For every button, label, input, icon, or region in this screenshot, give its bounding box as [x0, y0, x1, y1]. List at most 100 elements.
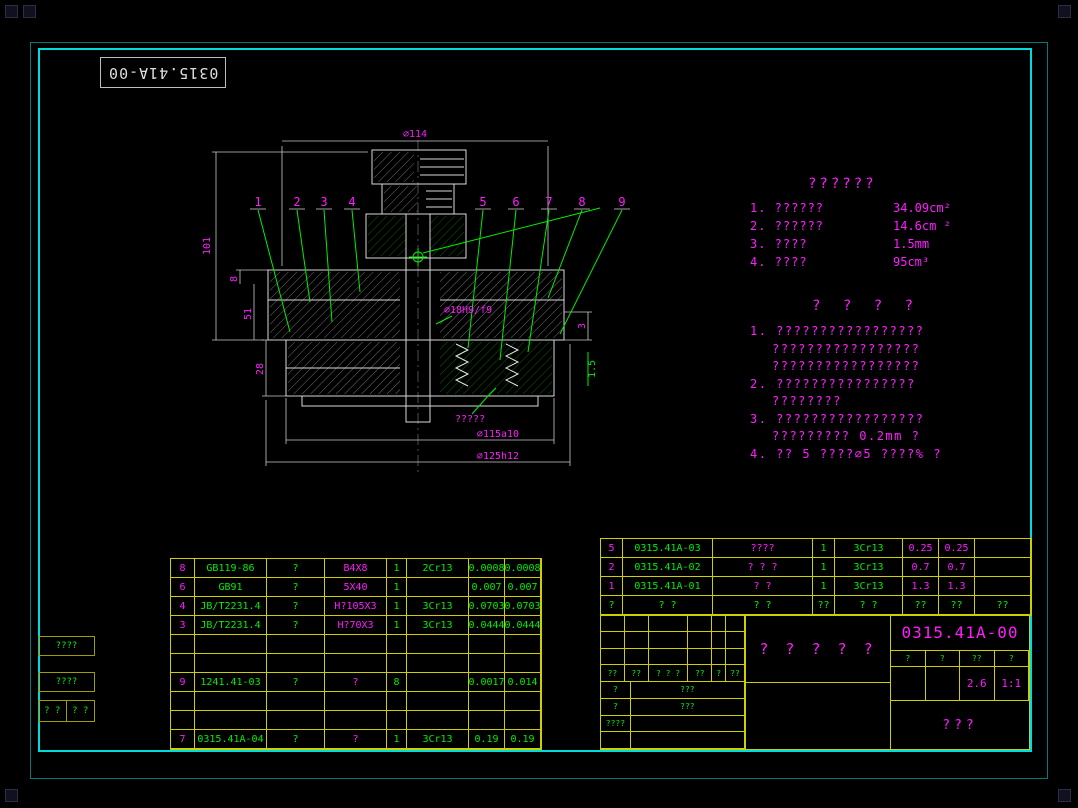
signature-grid: ?? ?? ? ? ? ?? ? ?? ? ??? ? ??? ???? [601, 615, 746, 749]
bom-cell: ? [267, 730, 325, 749]
bom-cell: 0.014 [505, 673, 541, 692]
mini-header-row: ? ? ?? ? [891, 651, 1029, 667]
bom-cell: 0.7 [903, 558, 939, 577]
performance-title: ?????? [808, 176, 877, 192]
bom-cell: 8 [387, 673, 407, 692]
bom-cell: ???? [713, 539, 813, 558]
bom-cell-empty [171, 654, 195, 673]
sign-cell [630, 715, 745, 733]
bom-cell: 5 [601, 539, 623, 558]
bom-cell-empty [407, 711, 469, 730]
bom-cell: 0.0703 [469, 597, 505, 616]
bom-cell-empty [171, 692, 195, 711]
margin-box-2: ???? [38, 672, 95, 692]
callout-1: 1 [254, 195, 261, 209]
perf-value: 14.6cm ² [893, 219, 951, 233]
callout-5: 5 [479, 195, 486, 209]
margin-box-label: ? ? [72, 706, 89, 716]
bom-cell-empty [407, 635, 469, 654]
bom-cell: 1 [601, 577, 623, 596]
bom-cell-empty [267, 692, 325, 711]
tech-line: 4. ?? 5 ????⌀5 ????% ? [750, 446, 942, 461]
bom-cell: 2Cr13 [407, 559, 469, 578]
tech-line: 1. ????????????????? [750, 324, 925, 338]
bom-cell: JB/T2231.4 [195, 597, 267, 616]
bom-cell: ? [267, 578, 325, 597]
bom-cell: 0.25 [903, 539, 939, 558]
callout-8: 8 [578, 195, 585, 209]
bom-cell: 1241.41-03 [195, 673, 267, 692]
bom-cell: 3Cr13 [835, 558, 903, 577]
sign-cell: ? [601, 682, 631, 699]
bom-cell: 0.0008 [505, 559, 541, 578]
tech-line: ????????????????? [772, 359, 921, 373]
margin-box-label: ???? [55, 641, 78, 651]
bom-header-cell: ?? [903, 596, 939, 615]
dim-d115: ⌀115a10 [477, 429, 519, 440]
bom-cell: B4X8 [325, 559, 387, 578]
notes-block: ?????? 1. ?????? 34.09cm² 2. ?????? 14.6… [750, 176, 1062, 463]
bom-cell: 0.7 [939, 558, 975, 577]
mini-value [926, 667, 960, 700]
product-name-area: ? ? ? ? ? [746, 615, 891, 749]
perf-label: 2. ?????? [750, 219, 825, 233]
bom-cell-empty [171, 635, 195, 654]
bom-cell-empty [325, 635, 387, 654]
mini-value [891, 667, 926, 700]
bom-cell: ? [267, 616, 325, 635]
bom-header-cell: ?? [939, 596, 975, 615]
product-name: ? ? ? ? ? [746, 615, 890, 683]
bom-cell-empty [387, 711, 407, 730]
bom-cell: 3 [171, 616, 195, 635]
perf-row: 2. ?????? 14.6cm ² [750, 217, 1062, 235]
bom-cell: GB91 [195, 578, 267, 597]
sheet-note: ??? [942, 717, 978, 733]
bom-cell: 1 [387, 616, 407, 635]
bom-cell: H?70X3 [325, 616, 387, 635]
bom-cell: 0.0444 [469, 616, 505, 635]
title-block-right: 0315.41A-00 ? ? ?? ? 2.6 1:1 ??? [891, 615, 1029, 749]
bom-cell: 0315.41A-04 [195, 730, 267, 749]
bom-cell: 3Cr13 [407, 730, 469, 749]
bom-cell: 9 [171, 673, 195, 692]
margin-box-label: ? ? [39, 701, 67, 721]
bom-cell-empty [407, 654, 469, 673]
bom-header-cell: ? ? [835, 596, 903, 615]
bom-header-cell: ? ? [713, 596, 813, 615]
sign-head: ?? [601, 665, 625, 682]
perf-value: 95cm³ [893, 255, 930, 269]
bom-cell: 0.0017 [469, 673, 505, 692]
mini-header: ?? [960, 651, 995, 666]
bom-cell-empty [387, 654, 407, 673]
sign-cell: ? [601, 698, 631, 716]
bom-cell [407, 673, 469, 692]
bom-cell-empty [171, 711, 195, 730]
bom-header-cell: ?? [813, 596, 835, 615]
bom-cell: 7 [171, 730, 195, 749]
scale-value: 1:1 [995, 667, 1029, 700]
mini-header: ? [891, 651, 926, 666]
bom-cell: 0.19 [505, 730, 541, 749]
tech-requirements-title: ? ? ? ? [812, 298, 921, 314]
bom-cell: 0315.41A-02 [623, 558, 713, 577]
margin-box-label: ???? [55, 677, 78, 687]
bom-cell: H?105X3 [325, 597, 387, 616]
callout-6: 6 [512, 195, 519, 209]
bom-cell-empty [387, 692, 407, 711]
tech-line: 2. ???????????????? [750, 376, 916, 391]
bom-cell: 0.0008 [469, 559, 505, 578]
bom-cell-empty [505, 635, 541, 654]
bom-cell: ? ? [713, 577, 813, 596]
bom-cell: 2 [601, 558, 623, 577]
sign-cell: ??? [630, 698, 745, 716]
dim-d114: ⌀114 [403, 129, 427, 140]
bom-cell [975, 539, 1031, 558]
bom-cell: 3Cr13 [407, 616, 469, 635]
sign-head: ?? [726, 665, 745, 682]
bom-cell-empty [505, 692, 541, 711]
bom-cell-empty [195, 654, 267, 673]
bom-cell: 6 [171, 578, 195, 597]
callout-9: 9 [618, 195, 625, 209]
bom-cell: JB/T2231.4 [195, 616, 267, 635]
bom-cell: 1 [387, 559, 407, 578]
